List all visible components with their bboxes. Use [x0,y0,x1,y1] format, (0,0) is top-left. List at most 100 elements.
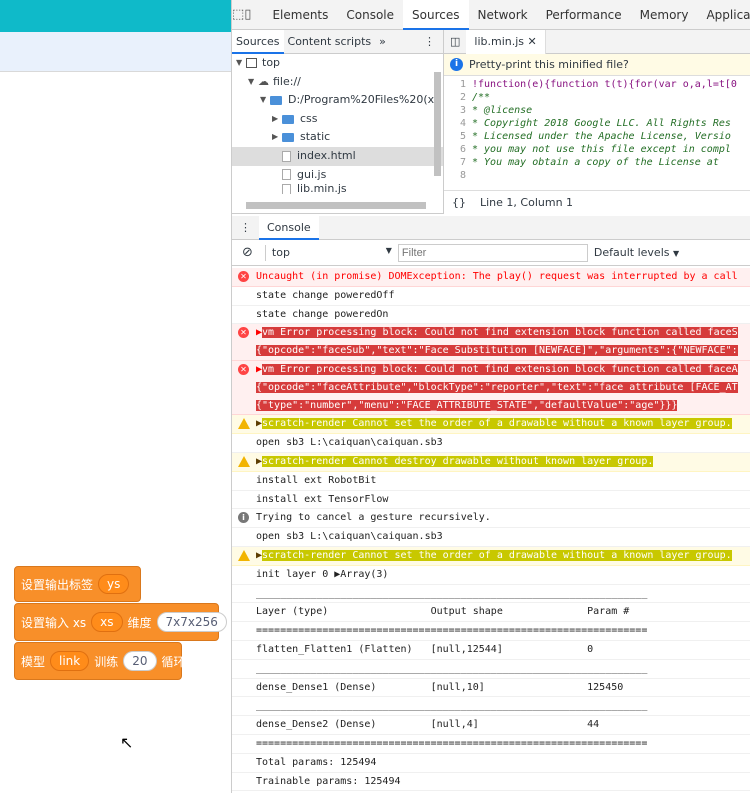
navigator-pane: Sources Content scripts » ⋮ ▼ top ▼ ☁ file:… [232,29,444,214]
block-input-xs[interactable]: xs [91,612,123,632]
chevron-down-icon: ▼ [672,249,680,258]
editor-tabs: ◫ lib.min.js ✕ [444,29,750,54]
tree-item[interactable]: index.html [232,146,443,166]
toolbar-divider [264,244,266,261]
message-text: {"opcode":"faceAttribute","blockType":"r… [256,381,738,393]
clear-console-icon[interactable]: ⊘ [232,245,259,260]
tab-memory[interactable]: Memory [631,0,698,30]
pretty-print-infobar[interactable]: i Pretty-print this minified file? [444,54,750,76]
code-line: 6 * you may not use this file except in … [459,144,731,155]
message-text: scratch-render Cannot set the order of a… [262,549,732,561]
pretty-print-text: Pretty-print this minified file? [469,58,629,71]
levels-label: Default levels [593,246,670,259]
toggle-navigator-icon[interactable]: ◫ [444,35,466,48]
console-message: flatten_Flatten1 (Flatten) [null,12544] … [232,641,750,660]
block-input-ys[interactable]: ys [98,574,130,594]
block-set-input[interactable]: 设置输入 xs xs 维度 7x7x256 [14,603,227,641]
tab-sources[interactable]: Sources [403,0,469,30]
message-text: Trainable params: 125494 [256,775,401,787]
tree-label: gui.js [297,167,327,181]
console-message: install ext RobotBit [232,472,750,491]
tree-item[interactable]: ▼ top [232,54,443,73]
block-input-epochs[interactable]: 20 [123,651,157,671]
console-message: init layer 0 ▶Array(3) [232,566,750,585]
code-text: * Copyright 2018 Google LLC. All Rights … [472,118,731,129]
tree-item[interactable]: ▶ static [232,128,443,147]
block-label-loop: 循环 [161,654,186,669]
block-model-train[interactable]: 模型 link 训练 20 循环 [14,642,186,680]
message-text: ________________________________________… [256,700,648,712]
filter-input[interactable] [397,243,588,262]
folder-icon [282,133,294,143]
console-message: Total params: 125494 [232,754,750,773]
drawer-tabbar: ⋮ Console [232,215,750,240]
editor-tab-label: lib.min.js [474,34,525,48]
tab-performance[interactable]: Performance [537,0,631,30]
code-line: 3 * @license [459,105,533,116]
devtools-panel: ⬚ ▯ Elements Console Sources Network Per… [232,0,750,793]
message-text: Layer (type) Output shape Param # [256,606,648,618]
folder-icon [282,114,294,124]
log-levels-dropdown[interactable]: Default levels ▼ [594,246,679,259]
file-tree: ▼ top ▼ ☁ file:// ▼ D:/Program%20Files%20(x8… [232,54,443,195]
tab-elements[interactable]: Elements [263,0,337,30]
console-message: ✕ ▶vm Error processing block: Could not f… [232,360,750,416]
code-text: /** [472,92,491,103]
collapsed-arrow-icon: ▶ [272,132,279,142]
context-selector[interactable]: top ▼ [272,246,392,259]
console-message: Layer (type) Output shape Param # [232,603,750,623]
block-label-dim: 维度 [127,615,152,630]
console-message: ========================================… [232,735,750,754]
more-tabs-icon[interactable]: » [375,30,390,54]
nav-tab-sources[interactable]: Sources [232,29,284,54]
tree-item[interactable]: ▼ ☁ file:// [232,73,443,92]
block-input-dimension[interactable]: 7x7x256 [156,612,227,632]
tab-network[interactable]: Network [469,0,537,30]
tab-console[interactable]: Console [337,0,403,30]
block-label: 模型 [21,654,46,669]
console-message: dense_Dense2 (Dense) [null,4] 44 [232,716,750,735]
message-text: scratch-render Cannot set the order of a… [262,418,732,430]
code-text: !function(e){function t(t){for(var o,a,l… [472,79,737,90]
collapsed-arrow-icon: ▶ [272,113,279,123]
message-text: ========================================… [256,625,648,637]
editor-tab[interactable]: lib.min.js ✕ [466,29,546,54]
format-braces-icon[interactable]: {} [452,196,466,209]
console-toolbar: ⊘ top ▼ Default levels ▼ [232,240,750,266]
message-text: state change poweredOn [256,308,389,320]
console-message: ________________________________________… [232,660,750,679]
message-text: dense_Dense2 (Dense) [null,4] 44 [256,719,648,731]
message-text: Trying to cancel a gesture recursively. [256,512,491,524]
console-message: open sb3 L:\caiquan\caiquan.sb3 [232,528,750,547]
code-line: 4 * Copyright 2018 Google LLC. All Right… [459,118,731,129]
file-icon [282,150,291,162]
console-message: state change poweredOff [232,287,750,306]
drawer-menu-icon[interactable]: ⋮ [232,221,259,234]
close-icon[interactable]: ✕ [528,35,537,48]
inspect-element-icon[interactable]: ⬚ [232,0,244,30]
info-icon: i [238,512,249,524]
code-line: 5 * Licensed under the Apache License, V… [459,131,731,142]
tab-application[interactable]: Application [697,0,750,30]
nav-tab-content-scripts[interactable]: Content scripts [284,30,376,54]
scratch-toolbar [0,32,231,72]
code-editor[interactable]: 1 !function(e){function t(t){for(var o,a,… [444,76,750,182]
error-icon: ✕ [238,363,249,375]
device-toolbar-icon[interactable]: ▯ [244,0,251,30]
tree-item[interactable]: lib.min.js [232,184,443,195]
console-message: state change poweredOn [232,306,750,325]
tree-item[interactable]: gui.js [232,166,443,185]
tree-item[interactable]: ▼ D:/Program%20Files%20(x8 [232,91,443,110]
code-line: 7 * You may obtain a copy of the License… [459,157,719,168]
navigator-menu-icon[interactable]: ⋮ [420,30,443,54]
message-text: ________________________________________… [256,587,648,599]
vertical-scrollbar[interactable] [434,72,441,176]
drawer-tab-console[interactable]: Console [259,215,319,240]
tree-item[interactable]: ▶ css [232,110,443,129]
horizontal-scrollbar[interactable] [246,202,426,209]
error-icon: ✕ [238,327,249,339]
block-input-model[interactable]: link [50,651,90,671]
cursor-position: Line 1, Column 1 [480,196,574,209]
block-set-output-label[interactable]: 设置输出标签 ys [14,566,142,602]
console-message: ▶scratch-render Cannot set the order of … [232,415,750,435]
